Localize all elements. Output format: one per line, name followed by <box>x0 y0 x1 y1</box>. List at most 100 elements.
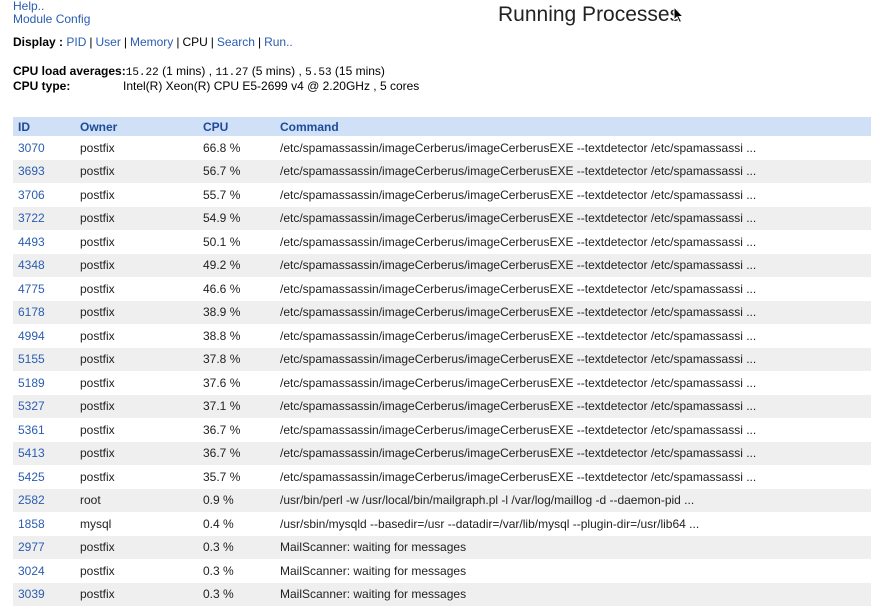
process-cpu: 36.7 % <box>203 441 280 465</box>
process-id-link[interactable]: 5189 <box>13 371 80 395</box>
process-id-link[interactable]: 4493 <box>13 230 80 254</box>
process-owner: postfix <box>80 206 203 230</box>
table-row: 2977 postfix 0.3 % MailScanner: waiting for… <box>13 535 871 559</box>
process-owner: postfix <box>80 465 203 489</box>
process-id-link[interactable]: 6178 <box>13 300 80 324</box>
mode-separator: | <box>89 35 93 49</box>
process-command: /etc/spamassassin/imageCerberus/imageCer… <box>280 394 871 418</box>
process-owner: postfix <box>80 230 203 254</box>
table-header-row: ID Owner CPU Command <box>13 117 871 136</box>
table-row: 5155 postfix 37.8 %/etc/spamassassin/image… <box>13 347 871 371</box>
process-cpu: 55.7 % <box>203 183 280 207</box>
process-id-link[interactable]: 2977 <box>13 535 80 559</box>
process-owner: postfix <box>80 324 203 348</box>
table-row: 5425 postfix 35.7 %/etc/spamassassin/image… <box>13 465 871 489</box>
process-id-link[interactable]: 3024 <box>13 559 80 583</box>
table-row: 3706 postfix 55.7 %/etc/spamassassin/image… <box>13 183 871 207</box>
process-command: /usr/sbin/mysqld --basedir=/usr --datadi… <box>280 512 871 536</box>
table-row: 1858 mysql 0.4 %/usr/sbin/mysqld --basedir… <box>13 512 871 536</box>
process-id-link[interactable]: 5327 <box>13 394 80 418</box>
table-row: 4775 postfix 46.6 %/etc/spamassassin/image… <box>13 277 871 301</box>
process-id-link[interactable]: 3693 <box>13 159 80 183</box>
page-title: Running Processes <box>498 3 681 26</box>
process-command: /etc/spamassassin/imageCerberus/imageCer… <box>280 465 871 489</box>
mode-separator: | <box>210 35 214 49</box>
process-id-link[interactable]: 5425 <box>13 465 80 489</box>
process-id-link[interactable]: 5155 <box>13 347 80 371</box>
cpu-type-row: CPU type: Intel(R) Xeon(R) CPU E5-2699 v4… <box>13 80 419 93</box>
process-id-link[interactable]: 3070 <box>13 136 80 160</box>
process-cpu: 38.9 % <box>203 300 280 324</box>
process-id-link[interactable]: 3722 <box>13 206 80 230</box>
table-row: 3039 postfix 0.3 % MailScanner: waiting for… <box>13 582 871 606</box>
display-mode-cpu: CPU <box>182 35 208 49</box>
table-row: 3024 postfix 0.3 % MailScanner: waiting for… <box>13 559 871 583</box>
process-command: MailScanner: waiting for messages <box>280 535 871 559</box>
table-row: 5413 postfix 36.7 %/etc/spamassassin/image… <box>13 441 871 465</box>
table-row: 5361 postfix 36.7 %/etc/spamassassin/image… <box>13 418 871 442</box>
header-id[interactable]: ID <box>13 117 80 136</box>
process-cpu: 0.3 % <box>203 559 280 583</box>
process-cpu: 0.9 % <box>203 488 280 512</box>
process-cpu: 46.6 % <box>203 277 280 301</box>
process-id-link[interactable]: 1858 <box>13 512 80 536</box>
display-mode-search[interactable]: Search <box>217 35 255 49</box>
table-row: 3693 postfix 56.7 %/etc/spamassassin/image… <box>13 159 871 183</box>
process-cpu: 66.8 % <box>203 136 280 160</box>
process-cpu: 37.8 % <box>203 347 280 371</box>
process-owner: postfix <box>80 535 203 559</box>
display-mode-pid[interactable]: PID <box>66 35 86 49</box>
process-command: /etc/spamassassin/imageCerberus/imageCer… <box>280 230 871 254</box>
process-id-link[interactable]: 4348 <box>13 253 80 277</box>
process-command: /etc/spamassassin/imageCerberus/imageCer… <box>280 347 871 371</box>
process-owner: postfix <box>80 159 203 183</box>
cpu-info: CPU load averages:15.22 (1 mins) , 11.27… <box>13 65 419 93</box>
process-command: /etc/spamassassin/imageCerberus/imageCer… <box>280 206 871 230</box>
process-command: /etc/spamassassin/imageCerberus/imageCer… <box>280 324 871 348</box>
process-command: /etc/spamassassin/imageCerberus/imageCer… <box>280 418 871 442</box>
process-owner: postfix <box>80 347 203 371</box>
process-cpu: 37.6 % <box>203 371 280 395</box>
display-mode-memory[interactable]: Memory <box>130 35 173 49</box>
process-cpu: 38.8 % <box>203 324 280 348</box>
process-command: /etc/spamassassin/imageCerberus/imageCer… <box>280 253 871 277</box>
process-id-link[interactable]: 4775 <box>13 277 80 301</box>
process-cpu: 35.7 % <box>203 465 280 489</box>
table-row: 4994 postfix 38.8 %/etc/spamassassin/image… <box>13 324 871 348</box>
load-5-value: 11.27 <box>215 67 249 79</box>
process-owner: postfix <box>80 371 203 395</box>
process-cpu: 56.7 % <box>203 159 280 183</box>
display-mode-run[interactable]: Run.. <box>264 35 293 49</box>
mode-separator: | <box>257 35 262 49</box>
process-cpu: 36.7 % <box>203 418 280 442</box>
process-cpu: 0.3 % <box>203 535 280 559</box>
process-command: /usr/bin/perl -w /usr/local/bin/mailgrap… <box>280 488 871 512</box>
process-owner: postfix <box>80 136 203 160</box>
process-id-link[interactable]: 4994 <box>13 324 80 348</box>
process-command: MailScanner: waiting for messages <box>280 582 871 606</box>
load-5-unit: (5 mins) <box>251 64 296 78</box>
process-command: /etc/spamassassin/imageCerberus/imageCer… <box>280 183 871 207</box>
module-config-link[interactable]: Module Config <box>13 12 90 26</box>
table-row: 4348 postfix 49.2 %/etc/spamassassin/image… <box>13 253 871 277</box>
process-id-link[interactable]: 5361 <box>13 418 80 442</box>
process-command: /etc/spamassassin/imageCerberus/imageCer… <box>280 300 871 324</box>
header-owner[interactable]: Owner <box>80 117 203 136</box>
process-command: /etc/spamassassin/imageCerberus/imageCer… <box>280 136 871 160</box>
process-owner: postfix <box>80 300 203 324</box>
process-owner: postfix <box>80 441 203 465</box>
display-mode-user[interactable]: User <box>96 35 121 49</box>
header-command[interactable]: Command <box>280 117 871 136</box>
process-owner: postfix <box>80 394 203 418</box>
process-id-link[interactable]: 2582 <box>13 488 80 512</box>
table-row: 3722 postfix 54.9 %/etc/spamassassin/image… <box>13 206 871 230</box>
process-table: ID Owner CPU Command 3070 postfix 66.8 %/e… <box>13 117 871 606</box>
mouse-cursor-icon <box>673 6 685 24</box>
process-id-link[interactable]: 3706 <box>13 183 80 207</box>
table-row: 2582 root 0.9 %/usr/bin/perl -w /usr/local… <box>13 488 871 512</box>
process-id-link[interactable]: 3039 <box>13 582 80 606</box>
load-1-value: 15.22 <box>125 67 159 79</box>
load-1-unit: (1 mins) <box>162 64 206 78</box>
process-id-link[interactable]: 5413 <box>13 441 80 465</box>
header-cpu[interactable]: CPU <box>203 117 280 136</box>
